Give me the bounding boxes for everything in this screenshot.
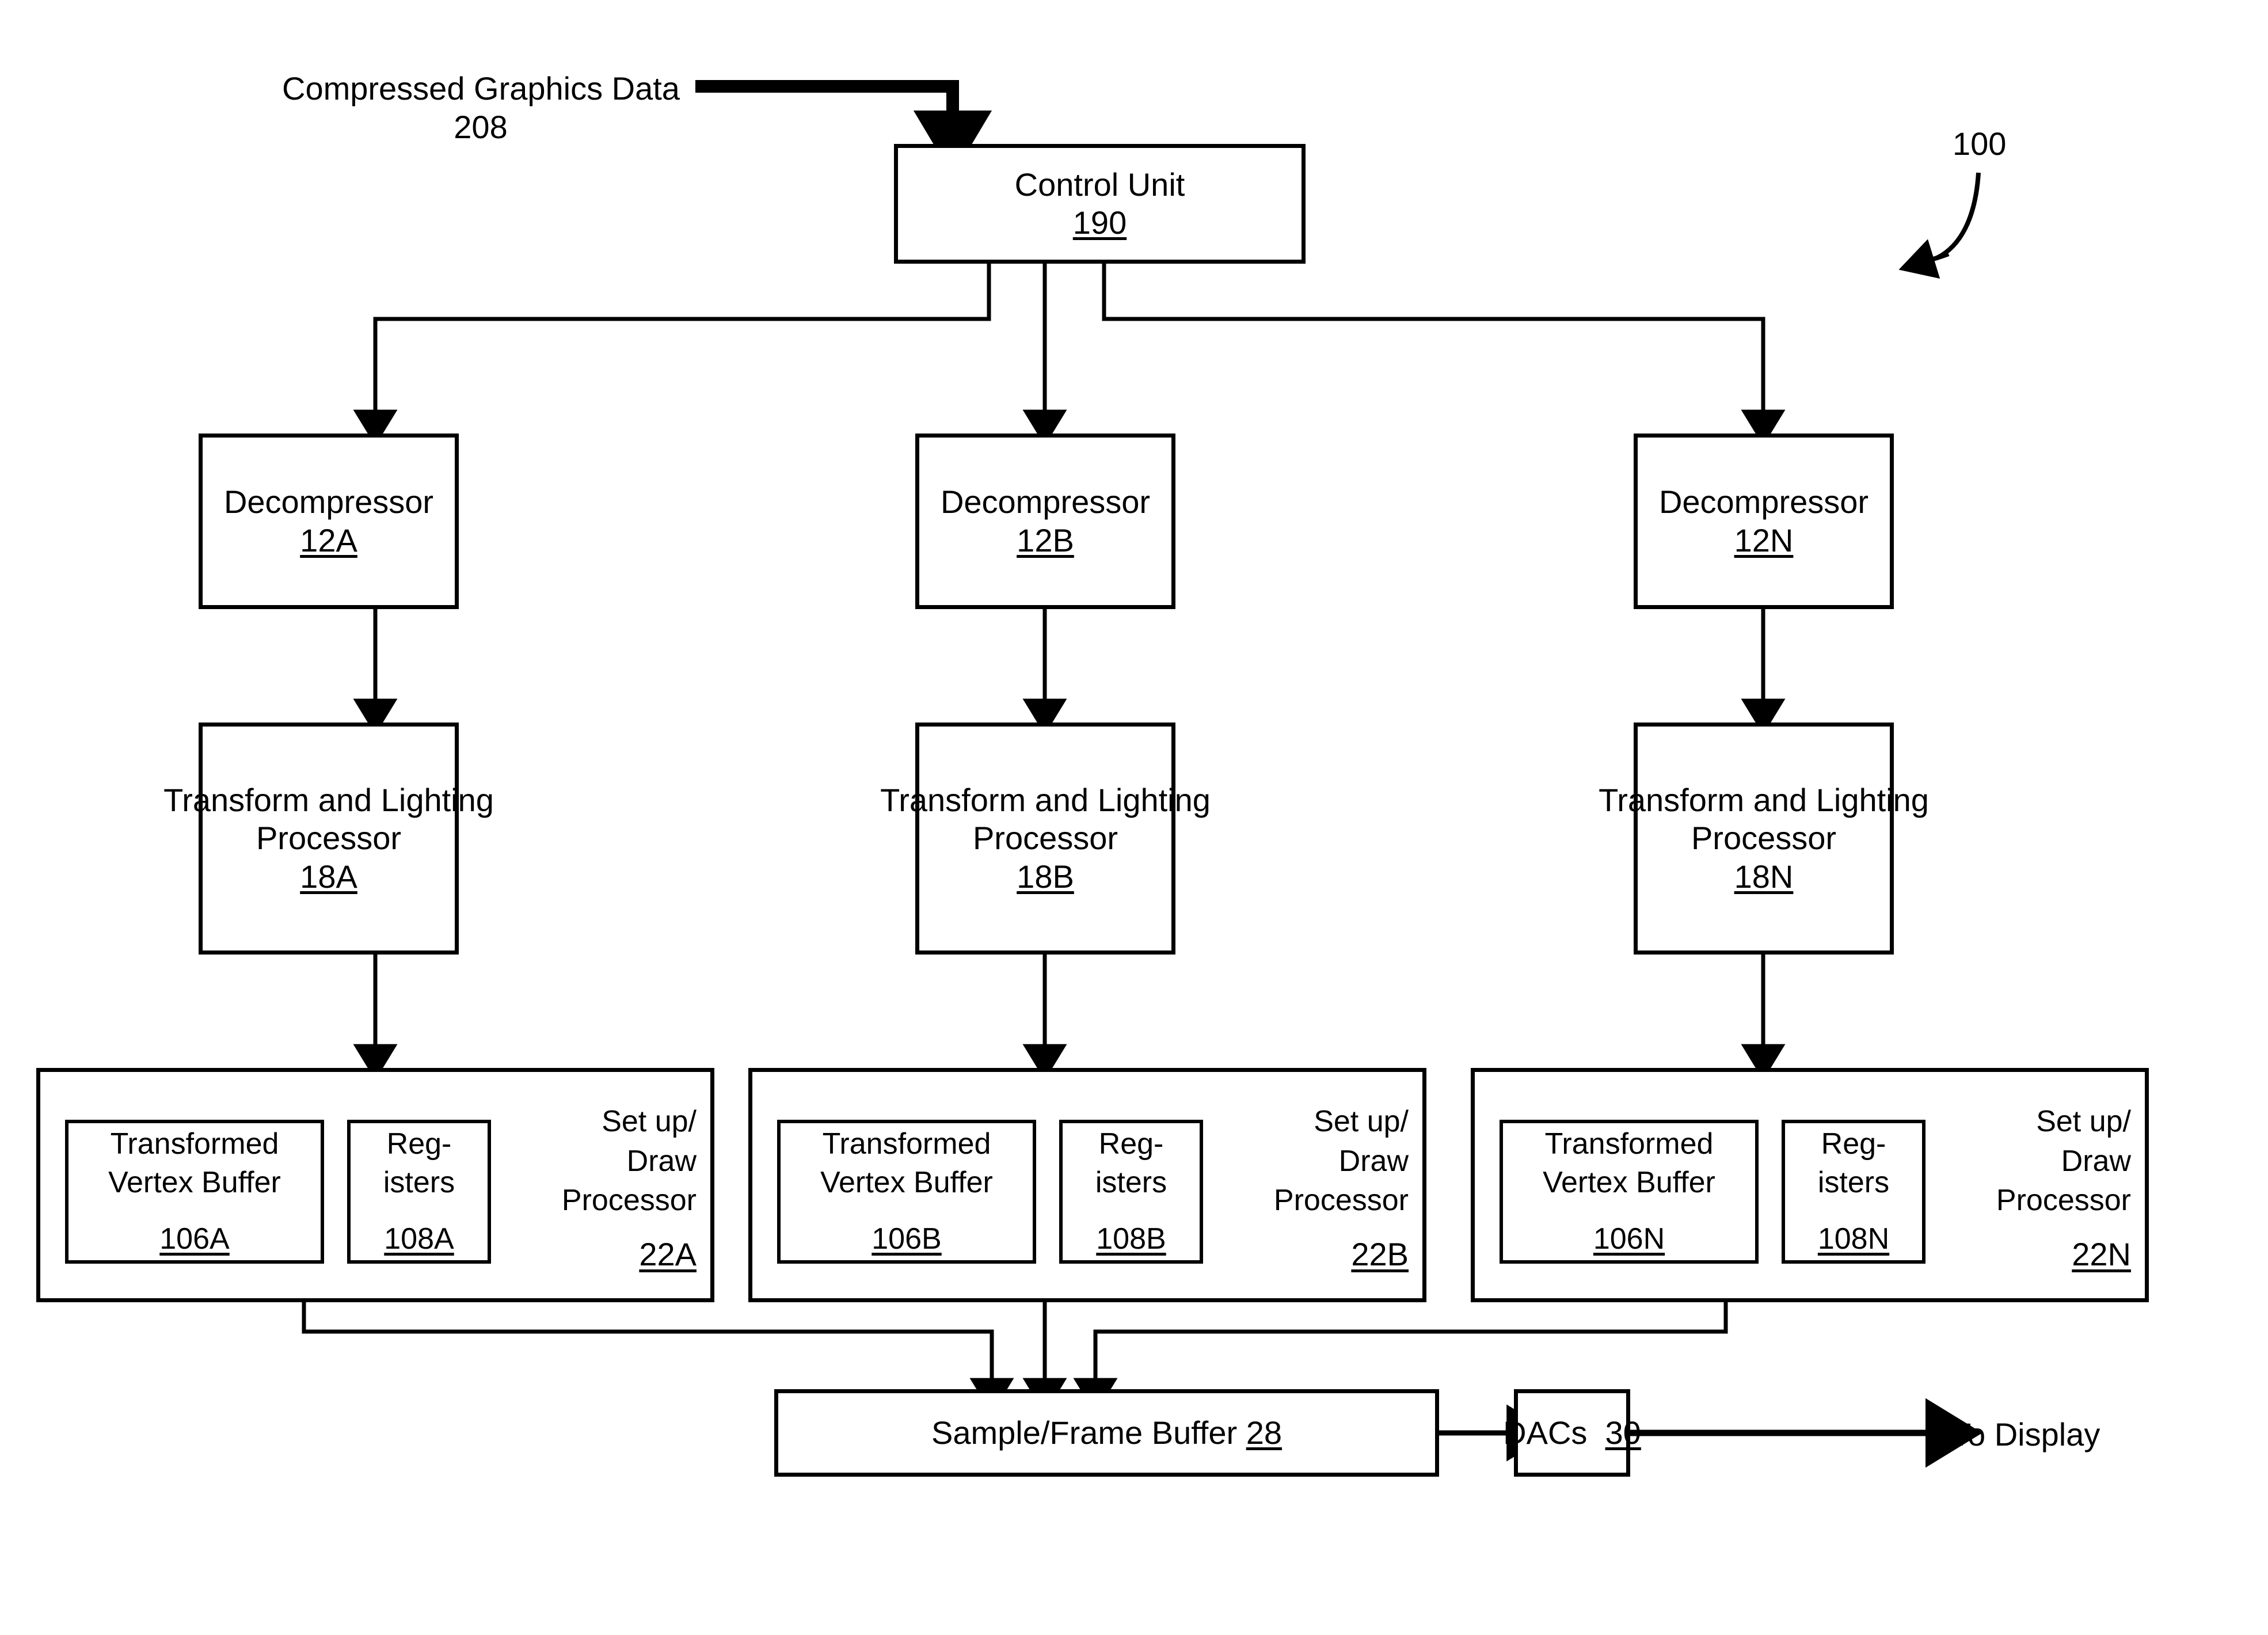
transform-lighting-line1-b: Transform and Lighting <box>880 782 1211 819</box>
registers-line1-a: Reg- <box>386 1127 452 1161</box>
dacs-ref: 30 <box>1605 1414 1641 1451</box>
wire-control-to-decompressor-a <box>353 264 991 446</box>
decompressor-ref-n: 12N <box>1734 522 1794 558</box>
transform-lighting-line1-n: Transform and Lighting <box>1599 782 1929 819</box>
setup-draw-line2-b: Draw <box>1338 1144 1409 1178</box>
registers-box-a[interactable]: Reg- isters 108A <box>347 1120 491 1264</box>
decompressor-title-a: Decompressor <box>223 484 434 520</box>
registers-ref-n: 108N <box>1817 1222 1890 1256</box>
decompressor-box-b[interactable]: Decompressor 12B <box>915 434 1175 609</box>
setup-draw-line1-b: Set up/ <box>1314 1105 1409 1138</box>
decompressor-ref-b: 12B <box>1017 522 1074 558</box>
registers-box-b[interactable]: Reg- isters 108B <box>1059 1120 1203 1264</box>
sample-frame-buffer-ref: 28 <box>1246 1414 1283 1451</box>
setup-draw-line3-b: Processor <box>1273 1184 1409 1218</box>
transformed-vertex-buffer-box-a[interactable]: Transformed Vertex Buffer 106A <box>65 1120 324 1264</box>
vertex-buffer-line2-n: Vertex Buffer <box>1543 1166 1715 1200</box>
setup-draw-label-a: Set up/ Draw Processor 22A <box>501 1102 697 1276</box>
sample-frame-buffer-label: Sample/Frame Buffer 28 <box>931 1414 1282 1452</box>
registers-line2-a: isters <box>383 1166 455 1200</box>
transform-lighting-line2-b: Processor <box>972 820 1118 857</box>
transform-lighting-line2-a: Processor <box>256 820 402 857</box>
transform-lighting-ref-n: 18N <box>1734 858 1794 895</box>
setup-draw-processor-box-n[interactable]: Transformed Vertex Buffer 106N Reg- iste… <box>1471 1068 2149 1302</box>
setup-draw-line1-a: Set up/ <box>602 1105 697 1138</box>
setup-draw-line2-a: Draw <box>626 1144 697 1178</box>
control-unit-box[interactable]: Control Unit 190 <box>894 144 1306 264</box>
setup-draw-ref-n: 22N <box>2072 1235 2131 1272</box>
leader-line-100 <box>1898 172 1981 279</box>
wire-setup-n-to-frame-buffer <box>1073 1302 1728 1415</box>
setup-draw-line3-n: Processor <box>1996 1184 2131 1218</box>
transform-lighting-line2-n: Processor <box>1691 820 1837 857</box>
decompressor-box-a[interactable]: Decompressor 12A <box>199 434 459 609</box>
registers-box-n[interactable]: Reg- isters 108N <box>1782 1120 1925 1264</box>
decompressor-title-n: Decompressor <box>1658 484 1869 520</box>
sample-frame-buffer-title: Sample/Frame Buffer <box>931 1414 1238 1451</box>
decompressor-ref-a: 12A <box>300 522 357 558</box>
wire-control-to-decompressor-n <box>1102 264 1786 446</box>
vertex-buffer-line2-a: Vertex Buffer <box>108 1166 281 1200</box>
vertex-buffer-ref-n: 106N <box>1593 1222 1665 1256</box>
vertex-buffer-line1-n: Transformed <box>1544 1127 1714 1161</box>
control-unit-title: Control Unit <box>1014 166 1185 203</box>
transform-lighting-box-b[interactable]: Transform and Lighting Processor 18B <box>880 723 1211 955</box>
transform-lighting-box-a[interactable]: Transform and Lighting Processor 18A <box>163 723 494 955</box>
dacs-label: DACs 30 <box>1503 1414 1641 1452</box>
transformed-vertex-buffer-box-b[interactable]: Transformed Vertex Buffer 106B <box>777 1120 1036 1264</box>
setup-draw-label-b: Set up/ Draw Processor 22B <box>1213 1102 1409 1276</box>
vertex-buffer-line1-b: Transformed <box>822 1127 991 1161</box>
setup-draw-processor-box-a[interactable]: Transformed Vertex Buffer 106A Reg- iste… <box>36 1068 714 1302</box>
vertex-buffer-ref-a: 106A <box>159 1222 230 1256</box>
decompressor-title-b: Decompressor <box>940 484 1151 520</box>
transform-lighting-ref-a: 18A <box>300 858 357 895</box>
input-label-line2: 208 <box>454 109 508 146</box>
to-display-label: To Display <box>1951 1416 2100 1453</box>
transform-lighting-line1-a: Transform and Lighting <box>163 782 494 819</box>
registers-line2-b: isters <box>1095 1166 1167 1200</box>
setup-draw-ref-b: 22B <box>1351 1235 1409 1272</box>
input-label: Compressed Graphics Data 208 <box>282 69 680 146</box>
setup-draw-label-n: Set up/ Draw Processor 22N <box>1935 1102 2131 1276</box>
registers-line1-b: Reg- <box>1098 1127 1164 1161</box>
dacs-title: DACs <box>1503 1414 1588 1451</box>
wire-input-to-control-unit <box>695 80 992 177</box>
vertex-buffer-ref-b: 106B <box>872 1222 942 1256</box>
registers-line1-n: Reg- <box>1821 1127 1886 1161</box>
setup-draw-line1-n: Set up/ <box>2036 1105 2131 1138</box>
control-unit-ref: 190 <box>1072 204 1127 241</box>
input-label-line1: Compressed Graphics Data <box>282 70 680 107</box>
transform-lighting-ref-b: 18B <box>1017 858 1074 895</box>
patent-figure-canvas: Compressed Graphics Data 208 100 Control… <box>0 0 2268 1635</box>
decompressor-box-n[interactable]: Decompressor 12N <box>1634 434 1894 609</box>
registers-ref-b: 108B <box>1096 1222 1166 1256</box>
setup-draw-line3-a: Processor <box>561 1184 697 1218</box>
vertex-buffer-line1-a: Transformed <box>110 1127 279 1161</box>
registers-line2-n: isters <box>1817 1166 1890 1200</box>
wire-setup-a-to-frame-buffer <box>302 1302 1014 1415</box>
setup-draw-ref-a: 22A <box>639 1235 697 1272</box>
setup-draw-processor-box-b[interactable]: Transformed Vertex Buffer 106B Reg- iste… <box>748 1068 1426 1302</box>
figure-reference-numeral: 100 <box>1953 126 2007 162</box>
vertex-buffer-line2-b: Vertex Buffer <box>820 1166 993 1200</box>
registers-ref-a: 108A <box>384 1222 454 1256</box>
transform-lighting-box-n[interactable]: Transform and Lighting Processor 18N <box>1599 723 1929 955</box>
dacs-box[interactable]: DACs 30 <box>1503 1389 1641 1477</box>
setup-draw-line2-n: Draw <box>2061 1144 2131 1178</box>
transformed-vertex-buffer-box-n[interactable]: Transformed Vertex Buffer 106N <box>1500 1120 1759 1264</box>
sample-frame-buffer-box[interactable]: Sample/Frame Buffer 28 <box>774 1389 1439 1477</box>
